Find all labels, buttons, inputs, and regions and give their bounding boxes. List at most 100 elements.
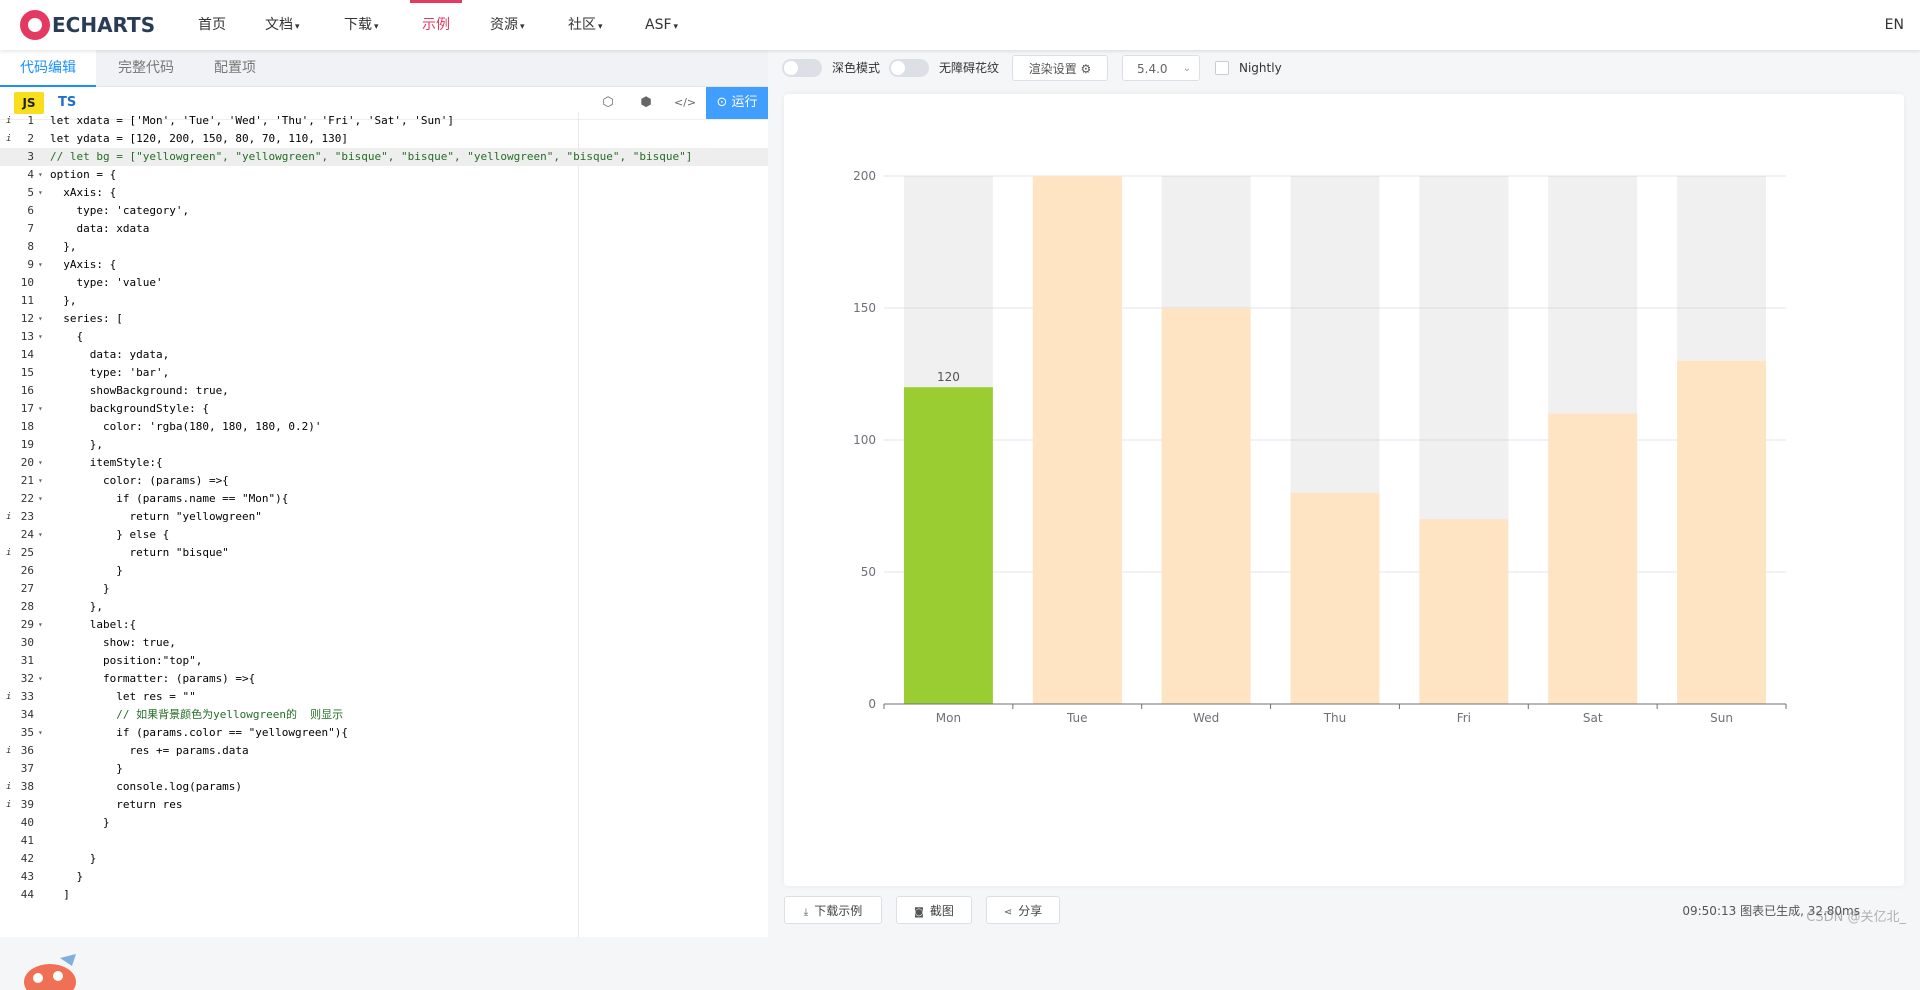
nav-item-4[interactable]: 资源 ▾ [490, 0, 525, 50]
line-number: 23 [20, 510, 34, 523]
fold-toggle-icon[interactable]: ▾ [38, 400, 43, 418]
code-text: if (params.color == "yellowgreen"){ [50, 726, 349, 739]
nav-item-3[interactable]: 示例 [410, 0, 462, 50]
nav-item-1[interactable]: 文档 ▾ [265, 0, 300, 50]
fold-toggle-icon[interactable]: ▾ [38, 526, 43, 544]
fold-toggle-icon[interactable]: ▾ [38, 670, 43, 688]
code-text: } [50, 564, 123, 577]
fold-toggle-icon[interactable]: ▾ [38, 616, 43, 634]
code-line: 40 } [0, 814, 768, 832]
code-text: let res = "" [50, 690, 196, 703]
nav-item-2[interactable]: 下载 ▾ [344, 0, 379, 50]
code-line: 12 ▾ series: [ [0, 310, 768, 328]
fold-toggle-icon[interactable]: ▾ [38, 454, 43, 472]
code-area[interactable]: i 1 let xdata = ['Mon', 'Tue', 'Wed', 'Thu… [0, 112, 768, 937]
x-tick-label: Fri [1457, 711, 1471, 725]
line-number: 29 [20, 618, 34, 631]
line-number: 30 [20, 636, 34, 649]
caret-down-icon: ▾ [673, 22, 679, 32]
code-line: 4 ▾ option = { [0, 166, 768, 184]
code-text: return res [50, 798, 183, 811]
code-line: 43 } [0, 868, 768, 886]
share-button[interactable]: ⋖ 分享 [986, 896, 1060, 924]
fold-toggle-icon[interactable]: ▾ [38, 328, 43, 346]
language-switch[interactable]: EN [1885, 0, 1904, 50]
line-number: 11 [20, 294, 34, 307]
nav-item-label: 文档 [265, 17, 293, 33]
nav-item-5[interactable]: 社区 ▾ [568, 0, 603, 50]
camera-icon: ◙ [914, 907, 924, 918]
gear-icon: ⚙ [1080, 62, 1092, 76]
nav-item-6[interactable]: ASF ▾ [645, 0, 678, 50]
fold-toggle-icon[interactable]: ▾ [38, 724, 43, 742]
bar-Mon [903, 387, 993, 704]
fold-toggle-icon[interactable]: ▾ [38, 490, 43, 508]
fold-toggle-icon[interactable]: ▾ [38, 472, 43, 490]
codepen-icon[interactable]: ⬡ [600, 95, 616, 111]
download-example-button[interactable]: ⤓ 下载示例 [784, 896, 882, 924]
editor-tab-0[interactable]: 代码编辑 [0, 50, 96, 87]
line-number: 36 [20, 744, 34, 757]
logo-icon [20, 10, 50, 40]
code-text: type: 'value' [50, 276, 163, 289]
code-text: } [50, 582, 110, 595]
fold-toggle-icon[interactable]: ▾ [38, 310, 43, 328]
code-line: 32 ▾ formatter: (params) =>{ [0, 670, 768, 688]
code-text: backgroundStyle: { [50, 402, 209, 415]
code-text: ] [50, 888, 70, 901]
run-label: 运行 [731, 95, 758, 110]
code-line: 13 ▾ { [0, 328, 768, 346]
caret-down-icon: ▾ [374, 22, 379, 32]
line-number: 5 [27, 186, 34, 199]
line-number: 42 [20, 852, 34, 865]
code-line: 35 ▾ if (params.color == "yellowgreen"){ [0, 724, 768, 742]
screenshot-button[interactable]: ◙ 截图 [896, 896, 972, 924]
code-text: xAxis: { [50, 186, 117, 199]
editor-tab-1[interactable]: 完整代码 [100, 50, 192, 86]
line-number: 19 [20, 438, 34, 451]
code-line: 24 ▾ } else { [0, 526, 768, 544]
line-number: 24 [20, 528, 34, 541]
bar-Sun [1677, 360, 1767, 704]
code-line: i 25 return "bisque" [0, 544, 768, 562]
line-number: 2 [27, 132, 34, 145]
code-icon[interactable]: </> [674, 95, 696, 111]
codesandbox-icon[interactable]: ⬢ [638, 95, 654, 111]
editor-tab-2[interactable]: 配置项 [198, 50, 272, 86]
nightly-checkbox[interactable] [1215, 61, 1229, 75]
ts-tab[interactable]: TS [58, 92, 76, 114]
code-text: } [50, 852, 97, 865]
js-tab[interactable]: JS [14, 92, 44, 114]
code-text: data: xdata [50, 222, 150, 235]
fold-toggle-icon[interactable]: ▾ [38, 256, 43, 274]
nav-item-0[interactable]: 首页 [198, 0, 226, 50]
share-label: 分享 [1018, 904, 1043, 918]
code-line: 29 ▾ label:{ [0, 616, 768, 634]
code-text: series: [ [50, 312, 123, 325]
accessible-pattern-label: 无障碍花纹 [939, 61, 1000, 75]
line-number: 3 [27, 150, 34, 163]
code-line: 18 color: 'rgba(180, 180, 180, 0.2)' [0, 418, 768, 436]
code-line: i 1 let xdata = ['Mon', 'Tue', 'Wed', 'Thu… [0, 112, 768, 130]
echarts-logo[interactable]: ECHARTS [20, 10, 155, 40]
accessible-pattern-toggle[interactable] [889, 59, 929, 77]
fold-toggle-icon[interactable]: ▾ [38, 166, 43, 184]
caret-down-icon: ▾ [598, 22, 603, 32]
code-text: option = { [50, 168, 117, 181]
line-number: 15 [20, 366, 34, 379]
line-number: 18 [20, 420, 34, 433]
fold-toggle-icon[interactable]: ▾ [38, 184, 43, 202]
chart-container[interactable]: 0 50 100 150 200 120 Mon Tue Wed Thu Fri Sat Sun [784, 94, 1904, 886]
line-number: 20 [20, 456, 34, 469]
line-number: 9 [27, 258, 34, 271]
render-settings-button[interactable]: 渲染设置 ⚙ [1012, 55, 1108, 81]
line-number: 8 [27, 240, 34, 253]
dark-mode-toggle[interactable] [782, 59, 822, 77]
line-number: 37 [20, 762, 34, 775]
share-icon: ⋖ [1003, 907, 1013, 918]
code-line: 11 }, [0, 292, 768, 310]
y-tick-label: 100 [853, 433, 876, 447]
code-text: type: 'bar', [50, 366, 170, 379]
code-line: i 23 return "yellowgreen" [0, 508, 768, 526]
version-select[interactable]: 5.4.0 ⌄ [1122, 55, 1200, 81]
